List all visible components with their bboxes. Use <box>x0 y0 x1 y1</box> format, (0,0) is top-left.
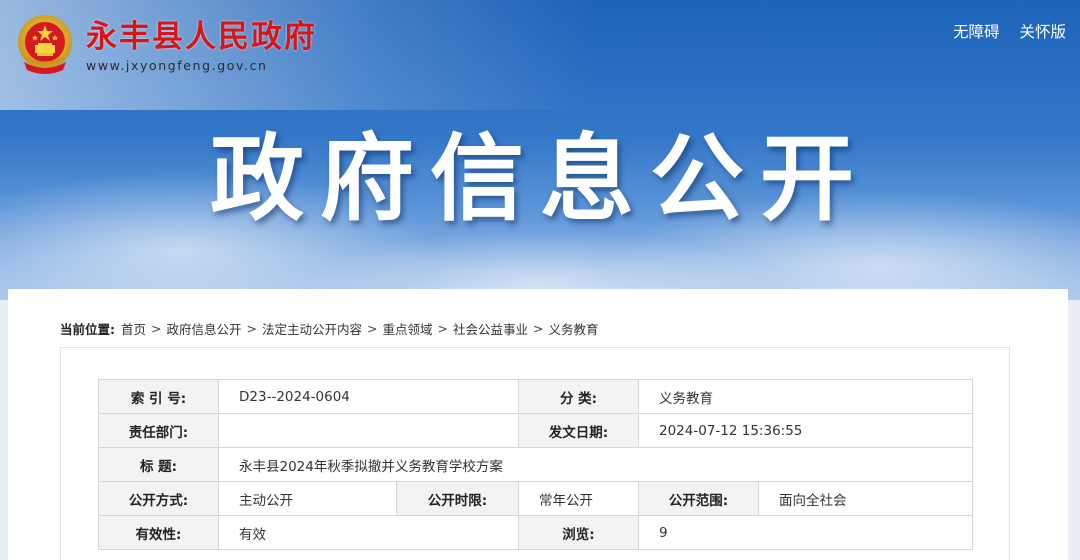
disclosure-scope-value: 面向全社会 <box>758 481 973 516</box>
breadcrumb-separator: > <box>246 321 257 336</box>
table-row: 责任部门: 发文日期: 2024-07-12 15:36:55 <box>98 413 973 448</box>
site-name: 永丰县人民政府 <box>86 19 317 55</box>
disclosure-method-value: 主动公开 <box>218 481 397 516</box>
table-row: 有效性: 有效 浏览: 9 <box>98 515 973 550</box>
national-emblem-icon <box>18 15 72 74</box>
views-value: 9 <box>638 515 973 550</box>
breadcrumb-item-statutory-content[interactable]: 法定主动公开内容 <box>262 319 362 338</box>
breadcrumb-label: 当前位置: <box>60 322 115 337</box>
breadcrumb-item-info-disclosure[interactable]: 政府信息公开 <box>167 319 242 338</box>
breadcrumb-item-key-areas[interactable]: 重点领域 <box>383 319 433 338</box>
views-label: 浏览: <box>518 515 639 550</box>
document-meta-table: 索 引 号: D23--2024-0604 分 类: 义务教育 责任部门: 发文… <box>98 379 973 550</box>
breadcrumb-separator: > <box>367 321 378 336</box>
category-label: 分 类: <box>518 379 639 414</box>
index-number-value: D23--2024-0604 <box>218 379 519 414</box>
breadcrumb-item-home[interactable]: 首页 <box>121 319 146 338</box>
elderly-care-link[interactable]: 关怀版 <box>1019 20 1066 42</box>
category-value: 义务教育 <box>638 379 973 414</box>
top-links: 无障碍 关怀版 <box>953 20 1066 42</box>
issue-date-label: 发文日期: <box>518 413 639 448</box>
breadcrumb-item-public-welfare[interactable]: 社会公益事业 <box>453 319 528 338</box>
breadcrumb-separator: > <box>437 321 448 336</box>
index-number-label: 索 引 号: <box>98 379 219 414</box>
table-row: 标 题: 永丰县2024年秋季拟撤并义务教育学校方案 <box>98 447 973 482</box>
content-panel: 当前位置: 首页 > 政府信息公开 > 法定主动公开内容 > 重点领域 > 社会… <box>8 289 1068 560</box>
breadcrumb-item-compulsory-education[interactable]: 义务教育 <box>549 319 599 338</box>
disclosure-period-label: 公开时限: <box>396 481 519 516</box>
banner-title: 政府信息公开 <box>209 125 870 234</box>
title-label: 标 题: <box>98 447 219 482</box>
table-row: 索 引 号: D23--2024-0604 分 类: 义务教育 <box>98 379 973 414</box>
site-logo[interactable]: 永丰县人民政府 www.jxyongfeng.gov.cn <box>16 14 317 80</box>
validity-value: 有效 <box>218 515 519 550</box>
breadcrumb-separator: > <box>533 321 544 336</box>
page: 永丰县人民政府 www.jxyongfeng.gov.cn 无障碍 关怀版 政府… <box>0 0 1080 560</box>
breadcrumb-separator: > <box>151 321 162 336</box>
title-value: 永丰县2024年秋季拟撤并义务教育学校方案 <box>218 447 973 482</box>
header-banner: 永丰县人民政府 www.jxyongfeng.gov.cn 无障碍 关怀版 政府… <box>0 0 1080 300</box>
disclosure-scope-label: 公开范围: <box>638 481 759 516</box>
department-value <box>218 413 519 448</box>
table-row: 公开方式: 主动公开 公开时限: 常年公开 公开范围: 面向全社会 <box>98 481 973 516</box>
validity-label: 有效性: <box>98 515 219 550</box>
accessibility-link[interactable]: 无障碍 <box>953 20 1000 42</box>
document-info-box: 索 引 号: D23--2024-0604 分 类: 义务教育 责任部门: 发文… <box>60 347 1010 560</box>
department-label: 责任部门: <box>98 413 219 448</box>
disclosure-method-label: 公开方式: <box>98 481 219 516</box>
site-url: www.jxyongfeng.gov.cn <box>86 58 268 73</box>
disclosure-period-value: 常年公开 <box>518 481 639 516</box>
issue-date-value: 2024-07-12 15:36:55 <box>638 413 973 448</box>
breadcrumb: 当前位置: 首页 > 政府信息公开 > 法定主动公开内容 > 重点领域 > 社会… <box>60 319 599 338</box>
